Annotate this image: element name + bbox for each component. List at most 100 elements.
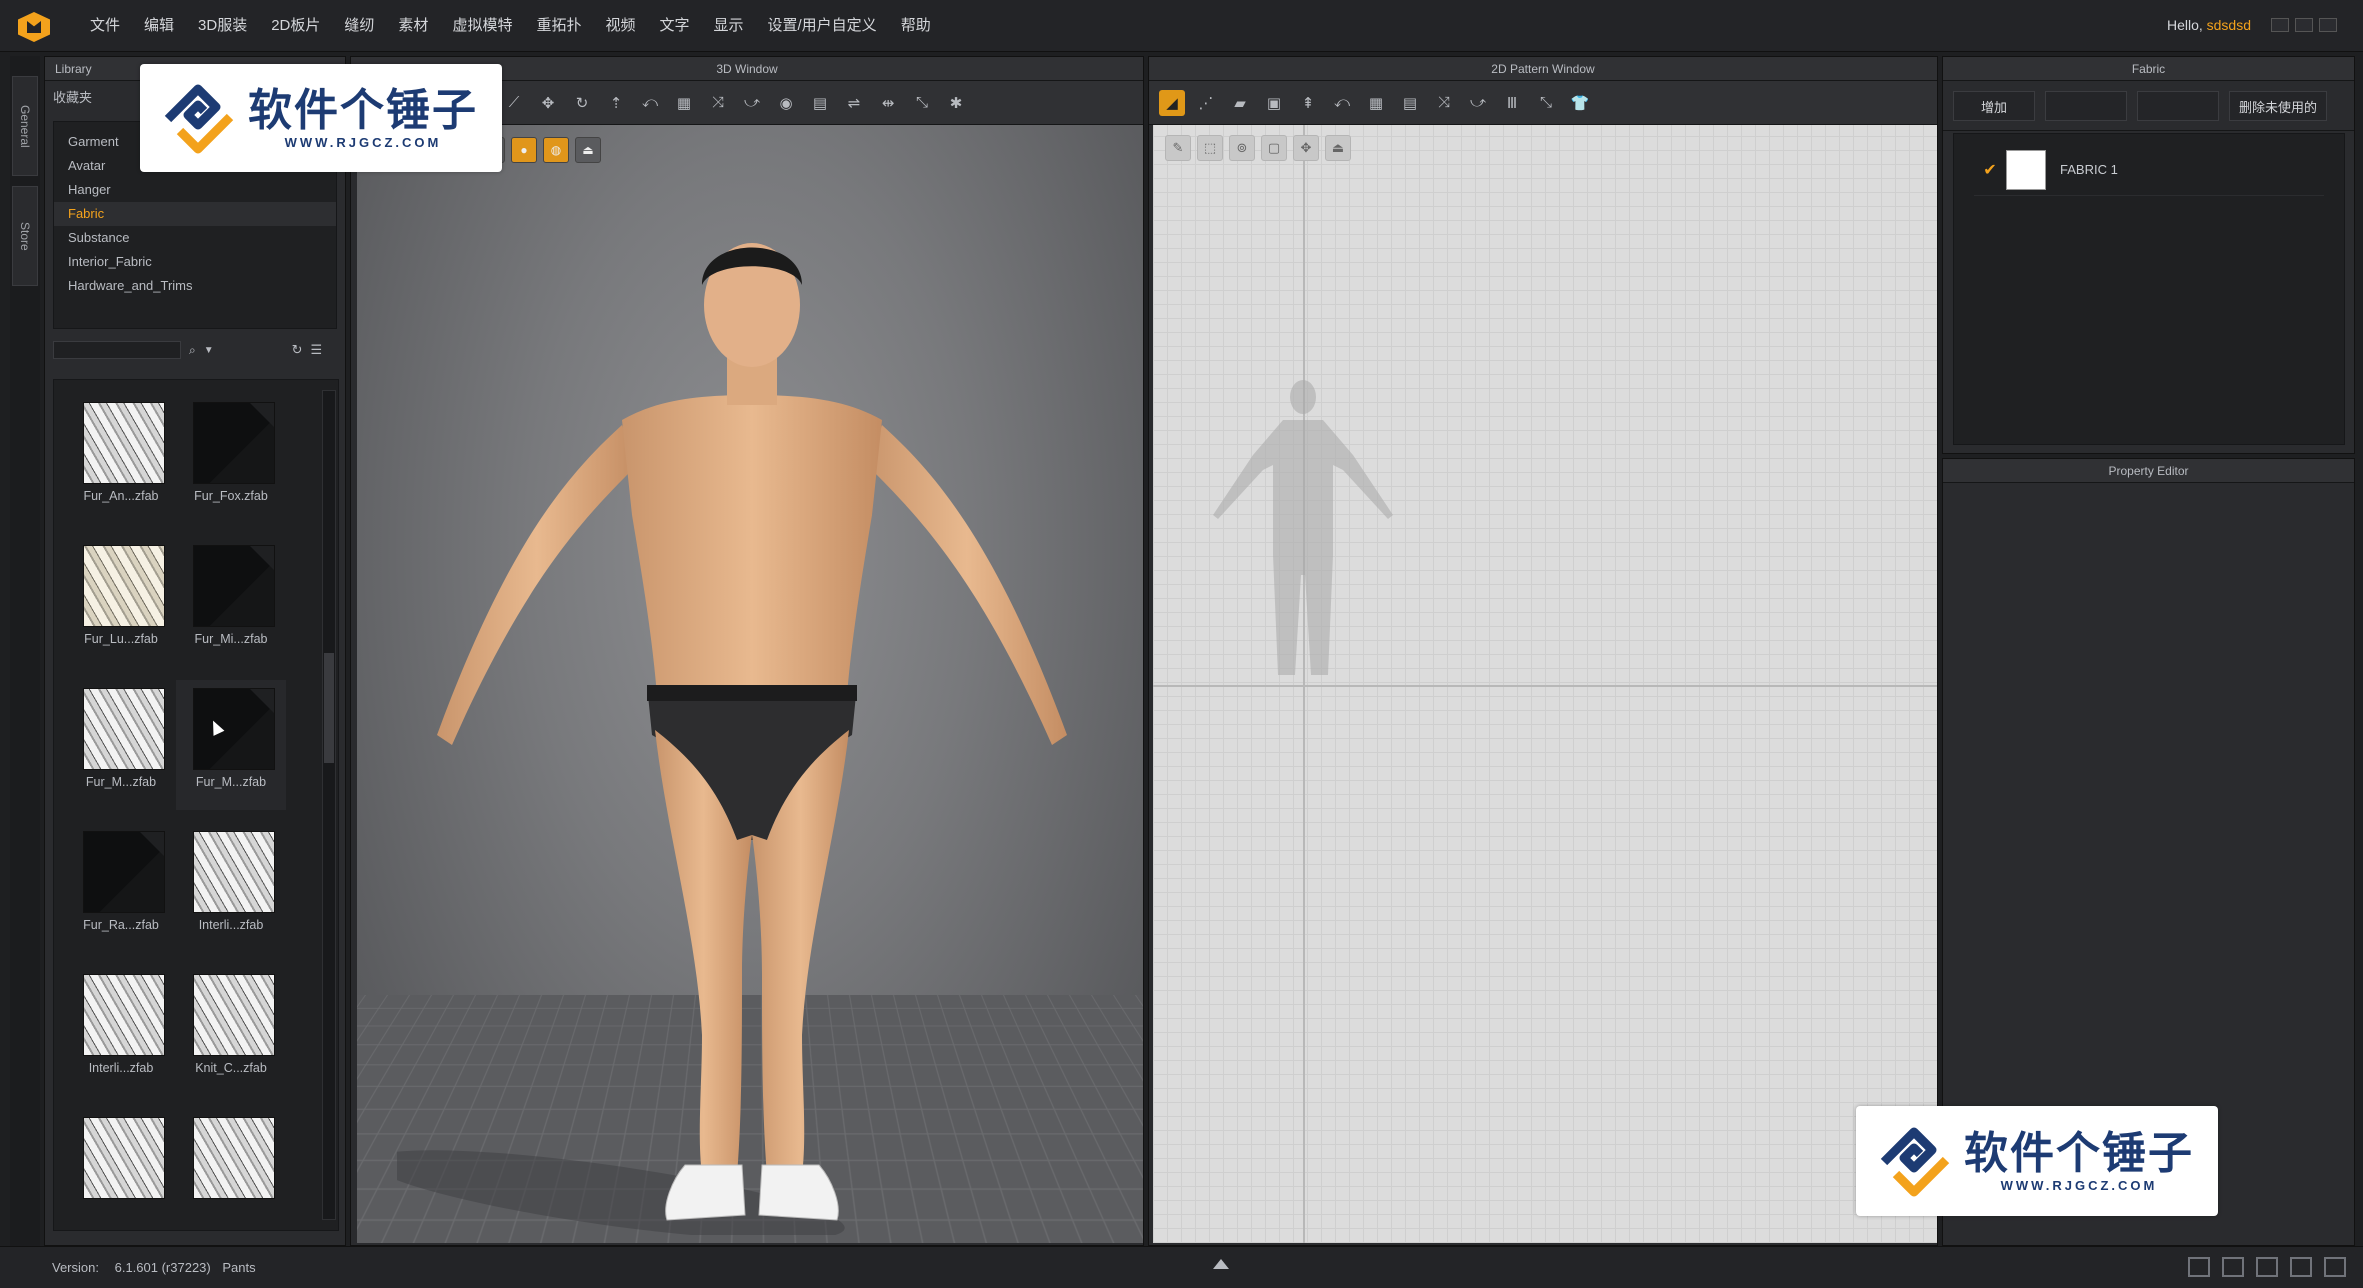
view-avatar-icon[interactable]: ● xyxy=(511,137,537,163)
menu-item-4[interactable]: 缝纫 xyxy=(332,0,386,52)
menu-item-0[interactable]: 文件 xyxy=(78,0,132,52)
layout-single-icon[interactable] xyxy=(2188,1257,2210,1277)
tree-item-substance[interactable]: Substance xyxy=(54,226,336,250)
library-item[interactable]: Fur_An...zfab xyxy=(66,394,176,524)
fold-2d-icon[interactable]: ⤺ xyxy=(1329,90,1355,116)
view-hanger-icon[interactable]: ⏏ xyxy=(575,137,601,163)
copy-fabric-button[interactable] xyxy=(2045,91,2127,121)
library-item[interactable]: Fur_M...zfab xyxy=(176,680,286,810)
2d-window-header: 2D Pattern Window xyxy=(1149,57,1937,81)
measure-icon[interactable]: ⇹ xyxy=(875,90,901,116)
transform-icon[interactable]: ✥ xyxy=(535,90,561,116)
expand-up-icon[interactable] xyxy=(1213,1259,1229,1269)
edit-pattern-icon[interactable]: ⟋ xyxy=(501,90,527,116)
select-icon[interactable]: ↻ xyxy=(569,90,595,116)
segment-icon[interactable]: ⤨ xyxy=(705,90,731,116)
thumbnail-label: Fur_Mi...zfab xyxy=(176,632,286,646)
fabric-swatch[interactable] xyxy=(2006,150,2046,190)
button-icon[interactable]: ◉ xyxy=(773,90,799,116)
menu-item-11[interactable]: 设置/用户自定义 xyxy=(756,0,889,52)
internal-line-icon[interactable]: ⇞ xyxy=(1295,90,1321,116)
menu-item-12[interactable]: 帮助 xyxy=(889,0,943,52)
library-item[interactable]: Fur_Ra...zfab xyxy=(66,823,176,953)
library-scrollbar-thumb[interactable] xyxy=(324,653,334,763)
library-item[interactable] xyxy=(66,1109,176,1231)
tree-item-interior-fabric[interactable]: Interior_Fabric xyxy=(54,250,336,274)
pleat-icon[interactable]: Ⅲ xyxy=(1499,90,1525,116)
fabric-thumbnail xyxy=(193,974,275,1056)
library-item[interactable]: Knit_C...zfab xyxy=(176,966,286,1096)
view-avatar-texture-icon[interactable]: ◍ xyxy=(543,137,569,163)
show-grain-icon[interactable]: ⊚ xyxy=(1229,135,1255,161)
tree-item-hanger[interactable]: Hanger xyxy=(54,178,336,202)
layout-split-icon[interactable] xyxy=(2222,1257,2244,1277)
user-name[interactable]: sdsdsd xyxy=(2207,17,2251,33)
library-item[interactable]: Fur_Mi...zfab xyxy=(176,537,286,667)
menu-item-8[interactable]: 视频 xyxy=(593,0,647,52)
menu-item-5[interactable]: 素材 xyxy=(386,0,440,52)
library-item[interactable]: Fur_Fox.zfab xyxy=(176,394,286,524)
tree-item-hardware-and-trims[interactable]: Hardware_and_Trims xyxy=(54,274,336,298)
sewing-icon[interactable]: ▦ xyxy=(671,90,697,116)
rectangle-icon[interactable]: ▣ xyxy=(1261,90,1287,116)
tab-store[interactable]: Store xyxy=(12,186,38,286)
segment-sewing-icon[interactable]: ▦ xyxy=(1363,90,1389,116)
zipper-icon[interactable]: ▤ xyxy=(807,90,833,116)
avatar-pose-icon[interactable]: ✱ xyxy=(943,90,969,116)
apply-fabric-button[interactable] xyxy=(2137,91,2219,121)
library-item[interactable]: Fur_Lu...zfab xyxy=(66,537,176,667)
show-grid-icon[interactable]: ▢ xyxy=(1261,135,1287,161)
free-sewing-icon[interactable]: ⤻ xyxy=(739,90,765,116)
menu-item-9[interactable]: 文字 xyxy=(647,0,701,52)
property-editor-header: Property Editor xyxy=(1943,459,2354,483)
list-view-icon[interactable]: ☰ xyxy=(311,342,323,358)
show-hanger-2d-icon[interactable]: ⏏ xyxy=(1325,135,1351,161)
avatar-model[interactable] xyxy=(397,215,1107,1235)
close-icon[interactable] xyxy=(2319,18,2337,32)
edit-sewing-icon[interactable]: ⤻ xyxy=(1465,90,1491,116)
menu-item-1[interactable]: 编辑 xyxy=(132,0,186,52)
tab-general[interactable]: General xyxy=(12,76,38,176)
show-pattern-icon[interactable]: ✎ xyxy=(1165,135,1191,161)
garment-icon[interactable]: 👕 xyxy=(1567,90,1593,116)
menu-item-3[interactable]: 2D板片 xyxy=(259,0,332,52)
layout-three-icon[interactable] xyxy=(2256,1257,2278,1277)
fabric-list-item[interactable]: ✔ FABRIC 1 xyxy=(1974,144,2324,196)
seam-icon[interactable]: ⤡ xyxy=(1533,90,1559,116)
restore-icon[interactable] xyxy=(2295,18,2313,32)
fold-icon[interactable]: ⤺ xyxy=(637,90,663,116)
2d-viewport[interactable]: ✎ ⬚ ⊚ ▢ ✥ ⏏ xyxy=(1153,125,1937,1243)
library-item[interactable]: Interli...zfab xyxy=(66,966,176,1096)
delete-unused-button[interactable]: 删除未使用的 xyxy=(2229,91,2327,121)
polygon-icon[interactable]: ▰ xyxy=(1227,90,1253,116)
search-icon[interactable]: ⌕ xyxy=(189,343,196,358)
pin-icon[interactable]: ⇡ xyxy=(603,90,629,116)
layout-custom-icon[interactable] xyxy=(2324,1257,2346,1277)
show-silhouette-icon[interactable]: ✥ xyxy=(1293,135,1319,161)
menu-item-10[interactable]: 显示 xyxy=(702,0,756,52)
menu-item-6[interactable]: 虚拟模特 xyxy=(440,0,524,52)
show-texture-2d-icon[interactable]: ⬚ xyxy=(1197,135,1223,161)
layout-quad-icon[interactable] xyxy=(2290,1257,2312,1277)
tack-icon[interactable]: ▤ xyxy=(1397,90,1423,116)
free-sewing-2d-icon[interactable]: ⤨ xyxy=(1431,90,1457,116)
tape-icon[interactable]: ⇌ xyxy=(841,90,867,116)
2d-toolbar: ◢ ⋰ ▰ ▣ ⇞ ⤺ ▦ ▤ ⤨ ⤻ Ⅲ ⤡ 👕 xyxy=(1149,81,1937,125)
menu-item-2[interactable]: 3D服装 xyxy=(186,0,259,52)
tree-item-fabric[interactable]: Fabric xyxy=(54,202,336,226)
minimize-icon[interactable] xyxy=(2271,18,2289,32)
library-search-input[interactable] xyxy=(53,341,181,359)
library-scrollbar[interactable] xyxy=(322,390,336,1220)
library-item[interactable]: Interli...zfab xyxy=(176,823,286,953)
edit-point-icon[interactable]: ⋰ xyxy=(1193,90,1219,116)
transform-pattern-icon[interactable]: ◢ xyxy=(1159,90,1185,116)
library-item[interactable] xyxy=(176,1109,286,1231)
menu-item-7[interactable]: 重拓扑 xyxy=(524,0,593,52)
app-logo-icon[interactable] xyxy=(18,12,50,42)
ruler-icon[interactable]: ⤡ xyxy=(909,90,935,116)
refresh-icon[interactable]: ↻ xyxy=(292,342,303,358)
3d-viewport[interactable]: ▱ ◧ ● ◍ ⏏ xyxy=(357,125,1143,1243)
library-item[interactable]: Fur_M...zfab xyxy=(66,680,176,810)
search-dropdown-icon[interactable]: ▼ xyxy=(204,345,214,356)
add-fabric-button[interactable]: 增加 xyxy=(1953,91,2035,121)
